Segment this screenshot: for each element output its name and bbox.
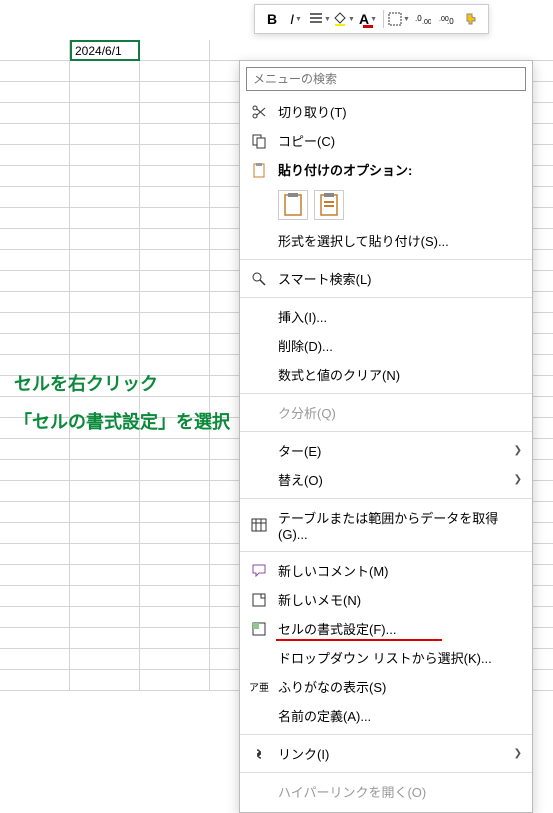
comment-icon bbox=[248, 562, 270, 580]
dropdown-select-menu-item[interactable]: ドロップダウン リストから選択(K)... bbox=[240, 643, 532, 672]
get-data-menu-item[interactable]: テーブルまたは範囲からデータを取得(G)... bbox=[240, 503, 532, 547]
menu-label: ふりがなの表示(S) bbox=[278, 677, 522, 696]
menu-label: 貼り付けのオプション: bbox=[278, 160, 522, 179]
menu-label: 新しいメモ(N) bbox=[278, 590, 522, 609]
new-comment-menu-item[interactable]: 新しいコメント(M) bbox=[240, 556, 532, 585]
copy-icon bbox=[248, 132, 270, 150]
link-menu-item[interactable]: リンク(I) ❯ bbox=[240, 739, 532, 768]
menu-label: ドロップダウン リストから選択(K)... bbox=[278, 648, 522, 667]
menu-search-container bbox=[240, 61, 532, 97]
new-note-menu-item[interactable]: 新しいメモ(N) bbox=[240, 585, 532, 614]
context-menu: 切り取り(T) コピー(C) 貼り付けのオプション: 形式を選択して貼り付け(S… bbox=[239, 60, 533, 813]
menu-label: コピー(C) bbox=[278, 131, 522, 150]
copy-menu-item[interactable]: コピー(C) bbox=[240, 126, 532, 155]
grid-cell[interactable] bbox=[140, 40, 210, 61]
italic-button[interactable]: I▼ bbox=[285, 8, 307, 30]
paste-option-normal[interactable] bbox=[278, 190, 308, 220]
define-name-menu-item[interactable]: 名前の定義(A)... bbox=[240, 701, 532, 730]
font-color-button[interactable]: A ▼ bbox=[357, 8, 379, 30]
clipboard-icon bbox=[248, 161, 270, 179]
menu-search-input[interactable] bbox=[246, 67, 526, 91]
menu-label: 名前の定義(A)... bbox=[278, 706, 522, 725]
open-hyperlink-menu-item: ハイパーリンクを開く(O) bbox=[240, 777, 532, 806]
format-painter-button[interactable] bbox=[460, 8, 482, 30]
menu-label: 形式を選択して貼り付け(S)... bbox=[278, 231, 522, 250]
furigana-menu-item[interactable]: ア亜 ふりがなの表示(S) bbox=[240, 672, 532, 701]
clear-menu-item[interactable]: 数式と値のクリア(N) bbox=[240, 360, 532, 389]
paste-option-values[interactable] bbox=[314, 190, 344, 220]
menu-label: リンク(I) bbox=[278, 744, 514, 763]
filter-menu-item[interactable]: ター(E) ❯ bbox=[240, 436, 532, 465]
mini-toolbar: B I▼ ▼ ▼ A ▼ ▼ .0.00 .00.0 bbox=[254, 4, 489, 34]
scissors-icon bbox=[248, 103, 270, 121]
chevron-right-icon: ❯ bbox=[514, 445, 522, 456]
increase-decimal-button[interactable]: .0.00 bbox=[412, 8, 434, 30]
menu-label: セルの書式設定(F)... bbox=[278, 619, 522, 638]
menu-label: 新しいコメント(M) bbox=[278, 561, 522, 580]
align-button[interactable]: ▼ bbox=[309, 8, 331, 30]
note-icon bbox=[248, 591, 270, 609]
selected-cell[interactable]: 2024/6/1 bbox=[70, 40, 140, 61]
annotation-text-2: 「セルの書式設定」を選択 bbox=[14, 406, 230, 438]
paste-options-heading: 貼り付けのオプション: bbox=[240, 155, 532, 184]
svg-text:.00: .00 bbox=[422, 19, 431, 26]
decrease-decimal-button[interactable]: .00.0 bbox=[436, 8, 458, 30]
menu-label: 数式と値のクリア(N) bbox=[278, 365, 522, 384]
sort-menu-item[interactable]: 替え(O) ❯ bbox=[240, 465, 532, 494]
menu-label: ク分析(Q) bbox=[278, 403, 522, 422]
insert-menu-item[interactable]: 挿入(I)... bbox=[240, 302, 532, 331]
menu-label: 切り取り(T) bbox=[278, 102, 522, 121]
menu-label: ター(E) bbox=[278, 441, 514, 460]
bold-button[interactable]: B bbox=[261, 8, 283, 30]
menu-label: テーブルまたは範囲からデータを取得(G)... bbox=[278, 508, 522, 542]
search-icon bbox=[248, 270, 270, 288]
paste-options-row bbox=[240, 184, 532, 226]
cut-menu-item[interactable]: 切り取り(T) bbox=[240, 97, 532, 126]
menu-label: 挿入(I)... bbox=[278, 307, 522, 326]
grid-cell[interactable] bbox=[0, 40, 70, 61]
paste-special-menu-item[interactable]: 形式を選択して貼り付け(S)... bbox=[240, 226, 532, 255]
fill-color-button[interactable]: ▼ bbox=[333, 8, 355, 30]
format-cells-menu-item[interactable]: セルの書式設定(F)... bbox=[240, 614, 532, 643]
chevron-right-icon: ❯ bbox=[514, 748, 522, 759]
menu-label: スマート検索(L) bbox=[278, 269, 522, 288]
annotation-text-1: セルを右クリック bbox=[14, 368, 158, 400]
format-cells-icon bbox=[248, 620, 270, 638]
svg-text:.0: .0 bbox=[447, 17, 454, 26]
menu-label: ハイパーリンクを開く(O) bbox=[278, 782, 522, 801]
analysis-menu-item: ク分析(Q) bbox=[240, 398, 532, 427]
delete-menu-item[interactable]: 削除(D)... bbox=[240, 331, 532, 360]
menu-label: 削除(D)... bbox=[278, 336, 522, 355]
link-icon bbox=[248, 745, 270, 763]
menu-label: 替え(O) bbox=[278, 470, 514, 489]
smart-lookup-menu-item[interactable]: スマート検索(L) bbox=[240, 264, 532, 293]
furigana-icon: ア亜 bbox=[248, 678, 270, 696]
borders-button[interactable]: ▼ bbox=[388, 8, 410, 30]
table-icon bbox=[248, 516, 270, 534]
chevron-right-icon: ❯ bbox=[514, 474, 522, 485]
